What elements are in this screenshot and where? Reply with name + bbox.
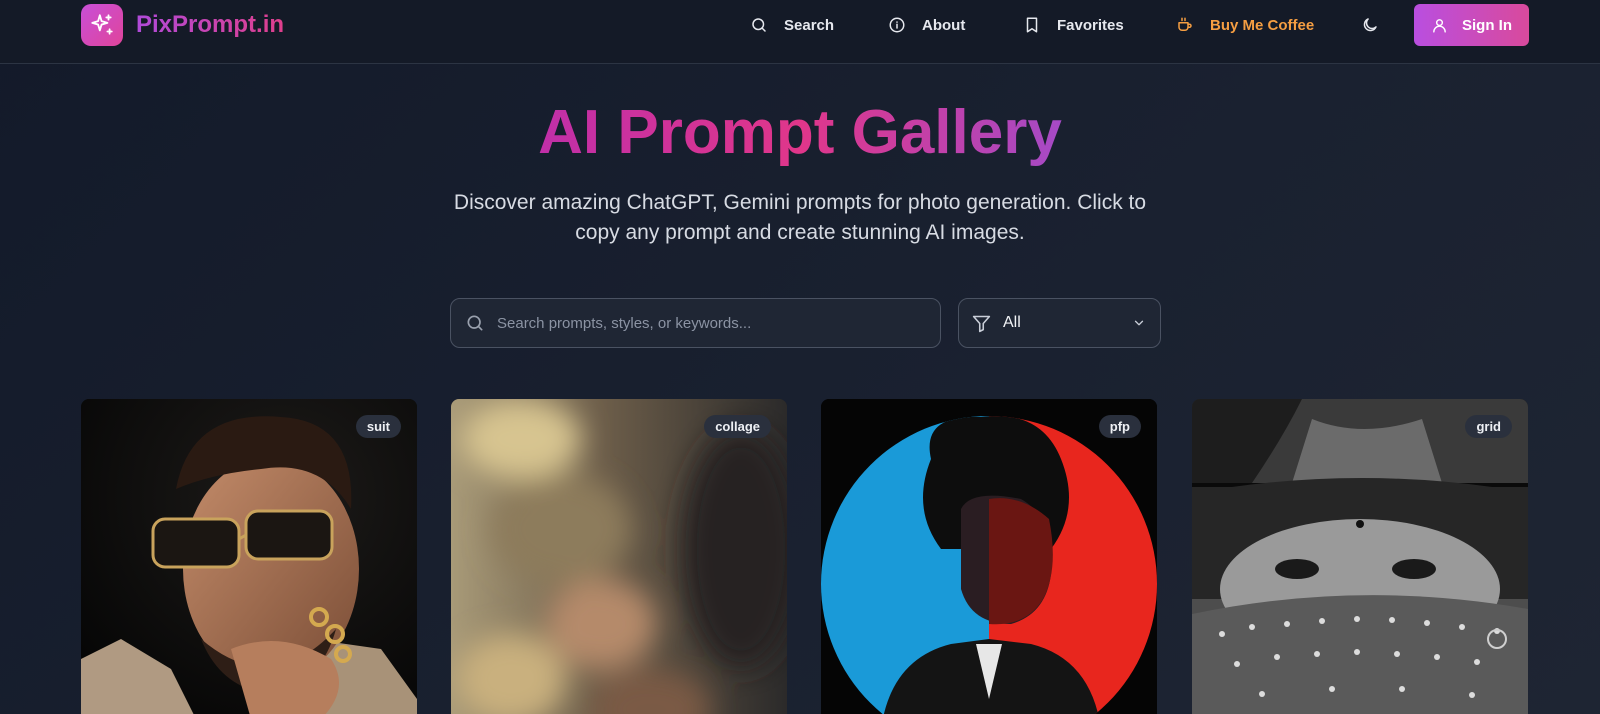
- prompt-card[interactable]: grid: [1192, 399, 1528, 714]
- prompt-image: [1192, 399, 1528, 714]
- prompt-card[interactable]: suit: [81, 399, 417, 714]
- category-badge: grid: [1465, 415, 1512, 438]
- theme-toggle-button[interactable]: [1361, 4, 1379, 46]
- search-icon: [467, 315, 483, 331]
- nav-about-link[interactable]: About: [888, 4, 965, 46]
- category-filter-select[interactable]: All: [958, 298, 1161, 348]
- nav-about-label: About: [922, 16, 966, 34]
- category-badge: collage: [704, 415, 771, 438]
- sign-in-label: Sign In: [1462, 16, 1512, 34]
- nav-favorites-label: Favorites: [1057, 16, 1124, 34]
- nav-buy-coffee-link[interactable]: Buy Me Coffee: [1176, 4, 1314, 46]
- prompt-image: [81, 399, 417, 714]
- page-title: AI Prompt Gallery: [538, 98, 1062, 167]
- sparkles-icon: [81, 4, 123, 46]
- chevron-down-icon: [1134, 320, 1144, 326]
- prompt-image: [451, 399, 787, 714]
- sign-in-button[interactable]: Sign In: [1414, 4, 1529, 46]
- category-badge: pfp: [1098, 415, 1141, 438]
- nav-search-label: Search: [784, 16, 835, 34]
- search-input[interactable]: [497, 314, 917, 332]
- search-bar[interactable]: [450, 298, 941, 348]
- prompt-card[interactable]: pfp: [821, 399, 1157, 714]
- user-icon: [1433, 18, 1446, 33]
- category-badge: suit: [355, 415, 401, 438]
- coffee-icon: [1178, 17, 1192, 31]
- info-icon: [889, 17, 905, 33]
- brand-name: PixPrompt.in: [136, 11, 285, 38]
- prompt-card[interactable]: collage: [451, 399, 787, 714]
- page-subtitle: Discover amazing ChatGPT, Gemini prompts…: [453, 191, 1147, 244]
- filter-icon: [972, 315, 991, 332]
- search-icon: [752, 18, 766, 32]
- moon-icon: [1363, 18, 1377, 32]
- nav-buy-coffee-label: Buy Me Coffee: [1210, 16, 1315, 34]
- top-nav-bar: PixPrompt.in Search About Favorites Buy …: [0, 0, 1600, 64]
- nav-favorites-link[interactable]: Favorites: [1023, 4, 1124, 46]
- bookmark-icon: [1026, 17, 1038, 33]
- prompt-image: [821, 399, 1157, 714]
- filter-selected-value: All: [1003, 314, 1021, 331]
- brand-logo[interactable]: PixPrompt.in: [81, 4, 284, 46]
- nav-search-link[interactable]: Search: [750, 4, 834, 46]
